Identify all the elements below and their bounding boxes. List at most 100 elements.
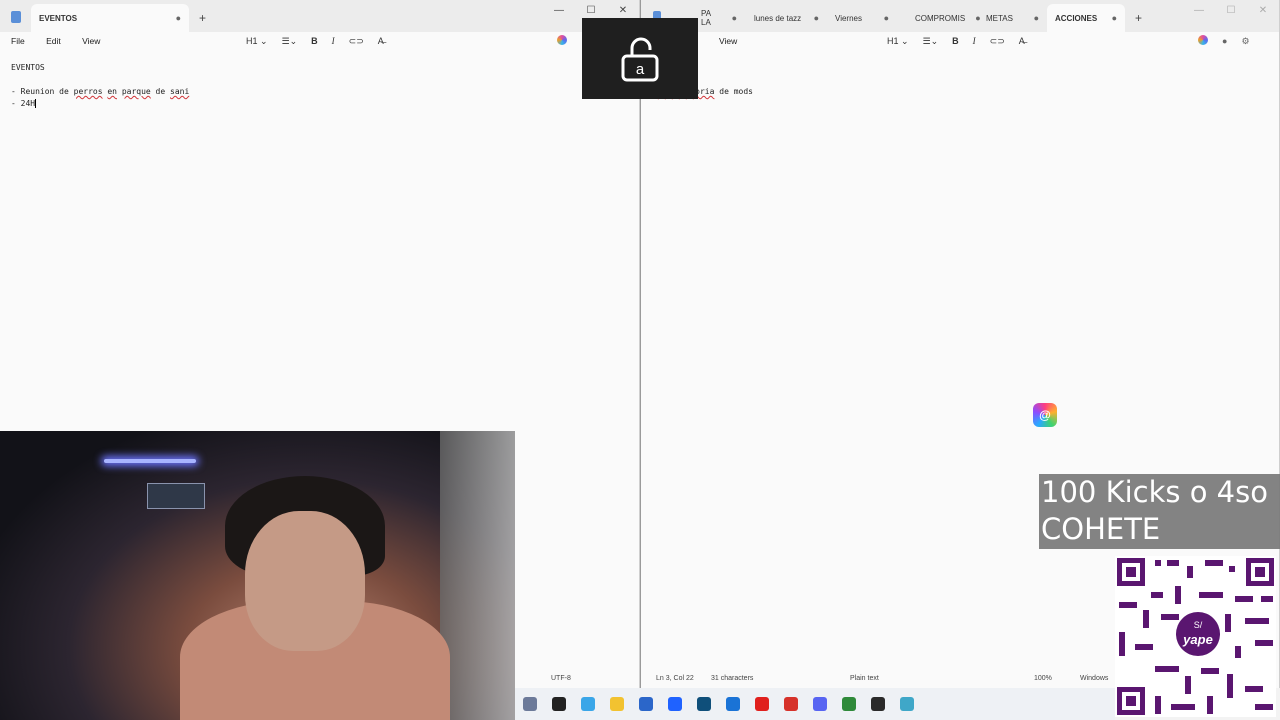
- caps-lock-popup: a: [582, 18, 698, 99]
- tab-viernes[interactable]: Viernes ●: [827, 4, 897, 32]
- tab-acciones[interactable]: ACCIONES ●: [1047, 4, 1125, 32]
- led-strip: [104, 459, 196, 463]
- outlook-icon-glyph: [725, 697, 740, 711]
- copilot-icon[interactable]: [573, 688, 602, 720]
- file-explorer-icon-glyph: [609, 697, 624, 711]
- link-icon[interactable]: ⊂⊃: [990, 36, 1005, 47]
- maximize-button[interactable]: ☐: [1215, 0, 1247, 20]
- close-button[interactable]: ✕: [607, 0, 639, 20]
- account-icon[interactable]: ●: [1222, 36, 1227, 46]
- chrome-canary-icon[interactable]: [834, 688, 863, 720]
- file-explorer-icon[interactable]: [602, 688, 631, 720]
- person-face: [245, 511, 365, 651]
- unsaved-dot-icon[interactable]: ●: [166, 13, 181, 23]
- editor-line: - 24H: [11, 99, 37, 108]
- snipping-tool-icon[interactable]: [515, 688, 544, 720]
- tab-label: EVENTOS: [39, 13, 78, 23]
- obs-icon-glyph: [870, 697, 885, 711]
- maximize-button[interactable]: ☐: [575, 0, 607, 20]
- qr-badge: S/: [1194, 620, 1203, 630]
- outlook-icon[interactable]: [718, 688, 747, 720]
- task-view-icon-glyph: [551, 697, 566, 711]
- opera-icon[interactable]: [747, 688, 776, 720]
- new-tab-button[interactable]: +: [1125, 4, 1152, 32]
- unsaved-dot-icon[interactable]: ●: [874, 13, 889, 23]
- notepad-icon-glyph: [899, 697, 914, 711]
- list-icon[interactable]: ☰⌄: [282, 36, 298, 47]
- new-tab-button[interactable]: +: [189, 4, 216, 32]
- heading-dropdown[interactable]: H1 ⌄: [887, 36, 909, 47]
- minimize-button[interactable]: —: [543, 0, 575, 20]
- toolbar: View H1 ⌄ ☰⌄ B I ⊂⊃ A̶ ● ⚙: [641, 32, 1279, 50]
- discord-icon-glyph: [812, 697, 827, 711]
- calculator-icon[interactable]: [631, 688, 660, 720]
- copilot-icon[interactable]: [1198, 35, 1208, 47]
- calculator-icon-glyph: [638, 697, 653, 711]
- wps-icon[interactable]: [776, 688, 805, 720]
- webcam-feed: [0, 431, 515, 720]
- toolbar: File Edit View H1 ⌄ ☰⌄ B I ⊂⊃ A̶: [0, 32, 639, 50]
- minimize-button[interactable]: —: [1183, 0, 1215, 20]
- zoom-status[interactable]: 100%: [1034, 675, 1052, 682]
- heading-dropdown[interactable]: H1 ⌄: [246, 36, 268, 47]
- yape-logo-text: yape: [1182, 632, 1213, 647]
- encoding-status: UTF-8: [551, 674, 571, 682]
- italic-icon[interactable]: I: [332, 36, 335, 46]
- title-bar: EVENTOS ● + — ☐ ✕: [0, 0, 639, 32]
- lock-letter: a: [636, 61, 645, 78]
- qr-pattern: S/ yape: [1115, 556, 1276, 717]
- snipping-tool-icon-glyph: [522, 697, 537, 711]
- menu-view[interactable]: View: [719, 36, 737, 46]
- unsaved-dot-icon[interactable]: ●: [1024, 13, 1039, 23]
- dropbox-icon-glyph: [667, 697, 682, 711]
- background-monitor: [147, 483, 205, 509]
- editor-line: - Convocatoria de mods: [647, 87, 753, 96]
- task-view-icon[interactable]: [544, 688, 573, 720]
- format-status[interactable]: Plain text: [850, 675, 879, 682]
- italic-icon[interactable]: I: [973, 36, 976, 46]
- tab-eventos[interactable]: EVENTOS ●: [31, 4, 189, 32]
- bold-icon[interactable]: B: [952, 36, 959, 46]
- stream-goal-overlay: 100 Kicks o 4so COHETE: [1039, 474, 1280, 549]
- link-icon[interactable]: ⊂⊃: [349, 36, 364, 47]
- list-icon[interactable]: ☰⌄: [923, 36, 939, 47]
- close-button[interactable]: ✕: [1247, 0, 1279, 20]
- menu-edit[interactable]: Edit: [46, 36, 61, 46]
- text-editor[interactable]: ACCIONES - Convocatoria de mods: [641, 50, 1279, 110]
- tab-metas[interactable]: METAS ●: [969, 4, 1047, 32]
- character-count-status: 31 characters: [711, 674, 754, 682]
- floating-app-icon[interactable]: @: [1033, 403, 1057, 427]
- goal-line-2: COHETE: [1041, 512, 1161, 546]
- text-editor[interactable]: EVENTOS - Reunion de perros en parque de…: [0, 50, 639, 122]
- tab-compromis[interactable]: COMPROMIS ●: [897, 4, 981, 32]
- unsaved-dot-icon[interactable]: ●: [804, 13, 819, 23]
- menu-view[interactable]: View: [82, 36, 100, 46]
- tab-pa-la[interactable]: PA LA ●: [693, 4, 745, 32]
- text-caret: [35, 99, 37, 108]
- discord-icon[interactable]: [805, 688, 834, 720]
- opera-icon-glyph: [754, 697, 769, 711]
- unlock-icon: a: [621, 37, 659, 81]
- line-ending-status[interactable]: Windows: [1080, 675, 1108, 682]
- vscode-icon-glyph: [696, 697, 711, 711]
- notepad-icon[interactable]: [892, 688, 921, 720]
- clear-format-icon[interactable]: A̶: [378, 36, 384, 46]
- menu-bar: File Edit View: [11, 36, 119, 46]
- unsaved-dot-icon[interactable]: ●: [722, 13, 737, 23]
- chrome-canary-icon-glyph: [841, 697, 856, 711]
- copilot-icon[interactable]: [557, 35, 567, 47]
- settings-gear-icon[interactable]: ⚙: [1241, 36, 1249, 47]
- unsaved-dot-icon[interactable]: ●: [1102, 13, 1117, 23]
- bold-icon[interactable]: B: [311, 36, 318, 46]
- menu-bar: View: [719, 36, 756, 46]
- obs-icon[interactable]: [863, 688, 892, 720]
- goal-line-1: 100 Kicks o 4so: [1041, 475, 1268, 509]
- menu-file[interactable]: File: [11, 36, 25, 46]
- yape-qr-code: S/ yape: [1115, 556, 1276, 717]
- dropbox-icon[interactable]: [660, 688, 689, 720]
- vscode-icon[interactable]: [689, 688, 718, 720]
- tab-lunes-de-tazz[interactable]: lunes de tazz ●: [745, 4, 827, 32]
- clear-format-icon[interactable]: A̶: [1019, 36, 1025, 46]
